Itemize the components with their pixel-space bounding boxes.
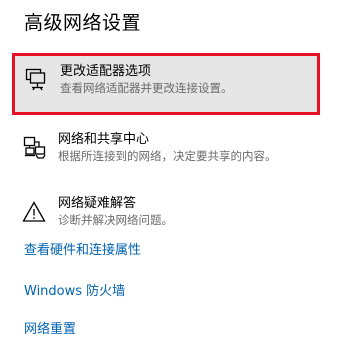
hardware-connection-properties-link[interactable]: 查看硬件和连接属性 (24, 239, 141, 258)
option-title: 网络疑难解答 (58, 196, 137, 211)
network-sharing-center-item[interactable]: 网络和共享中心 根据所连接到的网络，决定要共享的内容。 (16, 122, 316, 180)
network-settings-page: 高级网络设置 更改适配器选项 查看网络适配器并更改连接设置。 网络和共享中心 根… (0, 0, 344, 343)
option-title: 网络和共享中心 (58, 132, 150, 147)
option-title: 更改适配器选项 (60, 64, 152, 79)
option-description: 查看网络适配器并更改连接设置。 (60, 81, 233, 95)
windows-firewall-link[interactable]: Windows 防火墙 (24, 280, 125, 299)
network-sharing-icon (22, 136, 46, 160)
network-troubleshooter-item[interactable]: 网络疑难解答 诊断并解决网络问题。 (16, 186, 316, 244)
change-adapter-options-item[interactable]: 更改适配器选项 查看网络适配器并更改连接设置。 (12, 53, 320, 115)
network-reset-link[interactable]: 网络重置 (24, 318, 76, 337)
network-adapter-icon (24, 67, 48, 91)
section-title: 高级网络设置 (24, 12, 142, 34)
warning-triangle-icon (22, 200, 46, 224)
option-description: 根据所连接到的网络，决定要共享的内容。 (58, 149, 277, 163)
option-description: 诊断并解决网络问题。 (58, 213, 173, 227)
